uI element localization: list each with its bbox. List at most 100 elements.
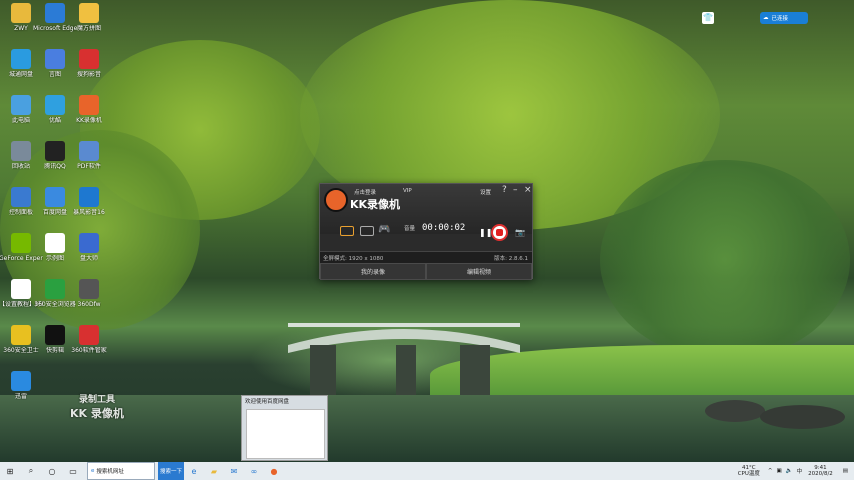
desktop-icon-label: 言图 [48,71,61,78]
app-icon [79,325,99,345]
desktop-icon-label: 优酷 [48,117,61,124]
tray-chevron-icon[interactable]: ^ [768,468,773,474]
desktop-icon-label: KK录像机 [76,117,102,124]
recycle-bin-icon [11,141,31,161]
desktop-icon-label: 控制面板 [8,209,33,216]
kk-recorder-window: 点击登录 VIP 设置 ? – × KK录像机 🎮 音量 00:00:02 ❚❚… [319,183,533,280]
desktop-icon[interactable]: 盘大师 [68,233,110,262]
desktop-icon-label: 示例图 [45,255,64,262]
desktop-icon-label: 360软件管家 [71,347,107,354]
version-text: 版本: 2.8.6.1 [494,256,528,262]
close-button[interactable]: × [524,185,532,195]
windows-start-icon[interactable]: ⊞ [0,462,20,480]
window-mode-icon[interactable] [360,226,374,236]
app-icon [45,49,65,69]
minimize-button[interactable]: – [513,185,518,195]
baidu-netdisk-icon [45,187,65,207]
taskbar-active-app[interactable]: 搜索一下 [158,462,184,480]
cpu-temperature-label: CPU温度 [737,471,760,477]
my-recordings-button[interactable]: 我的录像 [320,263,426,280]
360-browser-icon [45,279,65,299]
search-icon[interactable]: ⌕ [20,462,42,480]
taskbar: ⊞ ⌕ ○ ▭ e 搜索机网址 搜索一下 e ▰ ✉ ∞ ● 41°C CPU温… [0,462,854,480]
cloud-icon [11,49,31,69]
notification-icon[interactable]: ▤ [843,468,848,474]
login-link[interactable]: 点击登录 [354,188,376,196]
cpu-temp[interactable]: 41°C CPU温度 [738,465,760,477]
desktop-icon-label: ZWY [14,25,28,32]
desktop-icon-label: 迅雷 [14,393,27,400]
desktop-icon[interactable]: 360软件管家 [68,325,110,354]
baidu-netdisk-taskbar-icon[interactable]: ∞ [244,462,264,480]
app-icon [79,233,99,253]
desktop-icon-label: 360Dfw [77,301,101,308]
connection-badge-label: 已连接 [771,16,789,22]
desktop-icon-label: 快剪辑 [45,347,64,354]
desktop-icon[interactable]: 迅雷 [0,371,42,400]
watermark-line2: KK 录像机 [70,407,124,420]
media-icon [79,49,99,69]
preview-title: 欢迎使用百度网盘 [245,399,290,405]
rock [705,400,765,422]
settings-link[interactable]: 设置 [480,188,491,196]
rock [760,405,845,429]
capture-mode-text: 全屏模式: 1920 x 1080 [323,256,384,262]
control-panel-icon [11,187,31,207]
clock[interactable]: 9:41 2020/8/2 [808,465,833,477]
cortana-icon[interactable]: ○ [42,462,62,480]
help-button[interactable]: ? [502,185,507,195]
nvidia-icon [11,233,31,253]
desktop-icon-label: 回收站 [11,163,30,170]
taskbar-search-box[interactable]: e 搜索机网址 [87,462,155,480]
kk-taskbar-icon[interactable]: ● [264,462,284,480]
app-icon [79,3,99,23]
tshirt-icon[interactable]: 👕 [702,12,714,24]
desktop-icon[interactable]: 360Dfw [68,279,110,308]
desktop-icon-label: 城通网盘 [8,71,33,78]
desktop-icon-label: 腾讯QQ [44,163,66,170]
search-box-icon: e [91,468,95,474]
task-view-icon[interactable]: ▭ [62,462,84,480]
desktop-icon[interactable]: KK录像机 [68,95,110,124]
desktop-icon-label: 暴风影音16 [73,209,105,216]
network-icon[interactable]: ▣ [777,468,782,474]
app-icon [45,325,65,345]
pdf-icon [79,141,99,161]
edge-icon [45,3,65,23]
game-mode-icon[interactable]: 🎮 [378,224,390,235]
desktop-icon[interactable]: 搜狗影音 [68,49,110,78]
desktop-icon-label: 盘大师 [79,255,98,262]
screenshot-camera-icon[interactable]: 📷 [515,228,525,237]
youku-icon [45,95,65,115]
desktop-icon[interactable]: 暴风影音16 [68,187,110,216]
folder-icon [11,3,31,23]
taskbar-preview-popup[interactable]: 欢迎使用百度网盘 [241,395,328,461]
file-icon [11,279,31,299]
clock-date: 2020/8/2 [808,471,833,477]
record-stop-button[interactable] [491,224,508,241]
qq-icon [45,141,65,161]
file-icon [45,233,65,253]
desktop-icon-label: 魔方拼图 [76,25,101,32]
desktop-icon[interactable]: PDF软件 [68,141,110,170]
record-timer: 00:00:02 [422,223,466,233]
edge-taskbar-icon[interactable]: e [184,462,204,480]
desktop-icon[interactable]: 魔方拼图 [68,3,110,32]
stone-bridge [288,323,520,395]
volume-label[interactable]: 音量 [404,224,415,232]
app-icon [79,279,99,299]
file-explorer-icon[interactable]: ▰ [204,462,224,480]
volume-icon[interactable]: 🔈 [786,468,793,474]
watermark-line1: 录制工具 [78,395,115,405]
fullscreen-mode-icon[interactable] [340,226,354,236]
vip-badge[interactable]: VIP [403,188,412,194]
app-icon [11,371,31,391]
mail-icon[interactable]: ✉ [224,462,244,480]
ime-icon[interactable]: 中 [797,467,803,475]
360-guard-icon [11,325,31,345]
kk-icon [79,95,99,115]
preview-thumbnail[interactable] [246,409,325,459]
edit-video-button[interactable]: 编辑视频 [426,263,532,280]
connection-badge[interactable]: ☁ 已连接 [760,12,808,24]
desktop-icon-label: 百度网盘 [42,209,67,216]
